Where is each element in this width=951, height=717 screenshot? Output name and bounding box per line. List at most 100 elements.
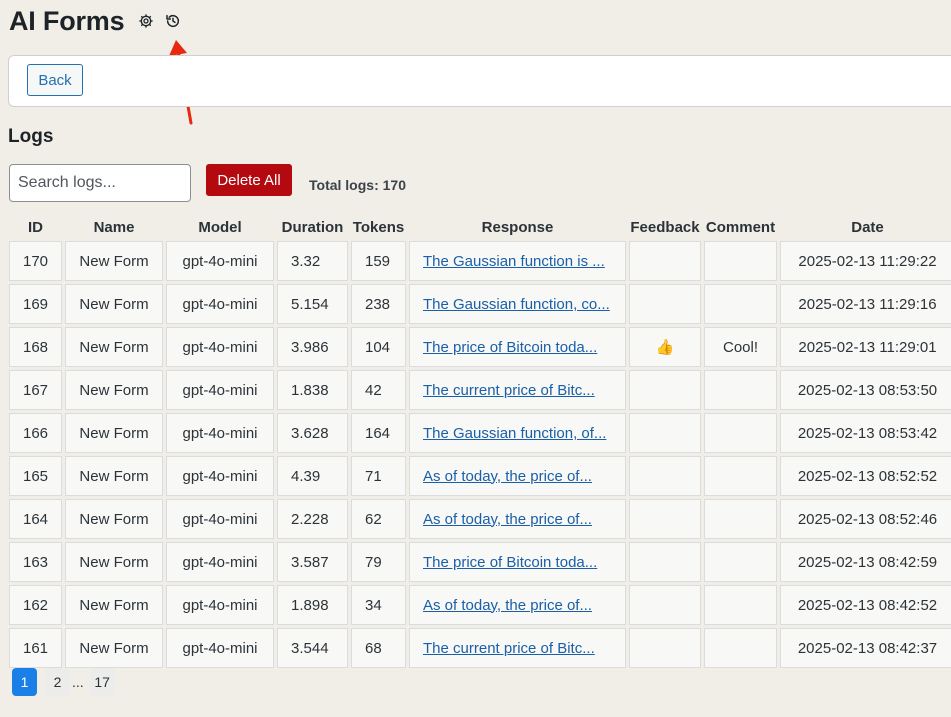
cell-name: New Form — [65, 241, 163, 281]
cell-model: gpt-4o-mini — [166, 456, 274, 496]
cell-model-text: gpt-4o-mini — [182, 295, 258, 313]
cell-id-text: 161 — [22, 639, 49, 657]
column-header[interactable]: Date — [780, 216, 951, 238]
column-header[interactable]: Response — [409, 216, 626, 238]
cell-duration-text: 3.587 — [291, 553, 329, 571]
gear-icon[interactable] — [137, 12, 155, 30]
cell-date-text: 2025-02-13 11:29:16 — [798, 295, 937, 313]
cell-duration: 2.228 — [277, 499, 348, 539]
cell-name: New Form — [65, 542, 163, 582]
cell-duration: 3.628 — [277, 413, 348, 453]
cell-response: The Gaussian function, of... — [409, 413, 626, 453]
cell-date: 2025-02-13 08:52:52 — [780, 456, 951, 496]
cell-name-text: New Form — [79, 295, 149, 313]
cell-tokens-text: 159 — [365, 252, 391, 270]
logs-table: ID Name Model Duration Tokens Response F… — [6, 213, 951, 671]
cell-response: The price of Bitcoin toda... — [409, 542, 626, 582]
page-button[interactable]: 2 — [45, 668, 70, 696]
table-row: 167 New Form gpt-4o-mini 1.838 42 The current… — [9, 370, 951, 410]
cell-comment — [704, 628, 777, 668]
column-header[interactable]: Feedback — [629, 216, 701, 238]
cell-date-text: 2025-02-13 08:53:50 — [797, 381, 938, 399]
cell-tokens: 62 — [351, 499, 406, 539]
feedback-icon: 👍 — [655, 339, 675, 356]
response-link[interactable]: The current price of Bitc... — [423, 640, 595, 657]
cell-date: 2025-02-13 08:53:50 — [780, 370, 951, 410]
cell-comment — [704, 284, 777, 324]
cell-name-text: New Form — [79, 381, 149, 399]
cell-tokens: 164 — [351, 413, 406, 453]
search-input[interactable] — [9, 164, 191, 202]
cell-feedback — [629, 456, 701, 496]
response-link[interactable]: The current price of Bitc... — [423, 382, 595, 399]
cell-response: As of today, the price of... — [409, 499, 626, 539]
cell-id: 161 — [9, 628, 62, 668]
cell-model-text: gpt-4o-mini — [182, 252, 258, 270]
cell-name: New Form — [65, 370, 163, 410]
cell-duration: 5.154 — [277, 284, 348, 324]
cell-model: gpt-4o-mini — [166, 241, 274, 281]
table-row: 162 New Form gpt-4o-mini 1.898 34 As of today… — [9, 585, 951, 625]
cell-name: New Form — [65, 585, 163, 625]
cell-date-text: 2025-02-13 08:42:59 — [797, 553, 938, 571]
table-row: 164 New Form gpt-4o-mini 2.228 62 As of today… — [9, 499, 951, 539]
page-button[interactable]: 17 — [89, 668, 115, 696]
cell-model: gpt-4o-mini — [166, 284, 274, 324]
cell-name-text: New Form — [79, 467, 149, 485]
cell-id: 163 — [9, 542, 62, 582]
column-header[interactable]: Name — [65, 216, 163, 238]
cell-name-text: New Form — [79, 252, 149, 270]
cell-comment — [704, 370, 777, 410]
delete-all-button[interactable]: Delete All — [206, 164, 292, 196]
cell-date: 2025-02-13 11:29:22 — [780, 241, 951, 281]
response-link[interactable]: The price of Bitcoin toda... — [423, 339, 597, 356]
cell-duration: 3.32 — [277, 241, 348, 281]
cell-tokens-text: 68 — [365, 639, 382, 657]
cell-name: New Form — [65, 499, 163, 539]
cell-tokens: 71 — [351, 456, 406, 496]
column-header[interactable]: Comment — [704, 216, 777, 238]
cell-model: gpt-4o-mini — [166, 327, 274, 367]
cell-duration: 3.544 — [277, 628, 348, 668]
back-button[interactable]: Back — [27, 64, 83, 96]
cell-duration: 1.898 — [277, 585, 348, 625]
cell-feedback — [629, 499, 701, 539]
response-link[interactable]: The price of Bitcoin toda... — [423, 554, 597, 571]
cell-name-text: New Form — [79, 596, 149, 614]
history-icon[interactable] — [164, 12, 182, 30]
cell-date: 2025-02-13 11:29:01 — [780, 327, 951, 367]
cell-duration-text: 1.838 — [291, 381, 329, 399]
cell-id-text: 166 — [22, 424, 49, 442]
cell-date: 2025-02-13 11:29:16 — [780, 284, 951, 324]
response-link[interactable]: The Gaussian function, co... — [423, 296, 610, 313]
cell-model: gpt-4o-mini — [166, 585, 274, 625]
cell-tokens-text: 79 — [365, 553, 382, 571]
cell-tokens: 238 — [351, 284, 406, 324]
cell-feedback — [629, 413, 701, 453]
cell-id-text: 165 — [22, 467, 49, 485]
cell-tokens-text: 104 — [365, 338, 391, 356]
cell-tokens: 104 — [351, 327, 406, 367]
response-link[interactable]: As of today, the price of... — [423, 468, 592, 485]
cell-model: gpt-4o-mini — [166, 370, 274, 410]
cell-duration-text: 5.154 — [291, 295, 329, 313]
response-link[interactable]: The Gaussian function is ... — [423, 253, 605, 270]
cell-name: New Form — [65, 284, 163, 324]
cell-duration: 1.838 — [277, 370, 348, 410]
column-header[interactable]: Duration — [277, 216, 348, 238]
cell-date-text: 2025-02-13 11:29:22 — [798, 252, 937, 270]
response-link[interactable]: The Gaussian function, of... — [423, 425, 606, 442]
column-header[interactable]: ID — [9, 216, 62, 238]
cell-model-text: gpt-4o-mini — [182, 424, 258, 442]
cell-model-text: gpt-4o-mini — [182, 338, 258, 356]
cell-model-text: gpt-4o-mini — [182, 381, 258, 399]
cell-duration-text: 3.32 — [291, 252, 321, 270]
response-link[interactable]: As of today, the price of... — [423, 597, 592, 614]
cell-model-text: gpt-4o-mini — [182, 467, 258, 485]
response-link[interactable]: As of today, the price of... — [423, 511, 592, 528]
table-row: 165 New Form gpt-4o-mini 4.39 71 As of today,… — [9, 456, 951, 496]
cell-comment — [704, 542, 777, 582]
column-header[interactable]: Model — [166, 216, 274, 238]
page-button-current[interactable]: 1 — [12, 668, 37, 696]
column-header[interactable]: Tokens — [351, 216, 406, 238]
